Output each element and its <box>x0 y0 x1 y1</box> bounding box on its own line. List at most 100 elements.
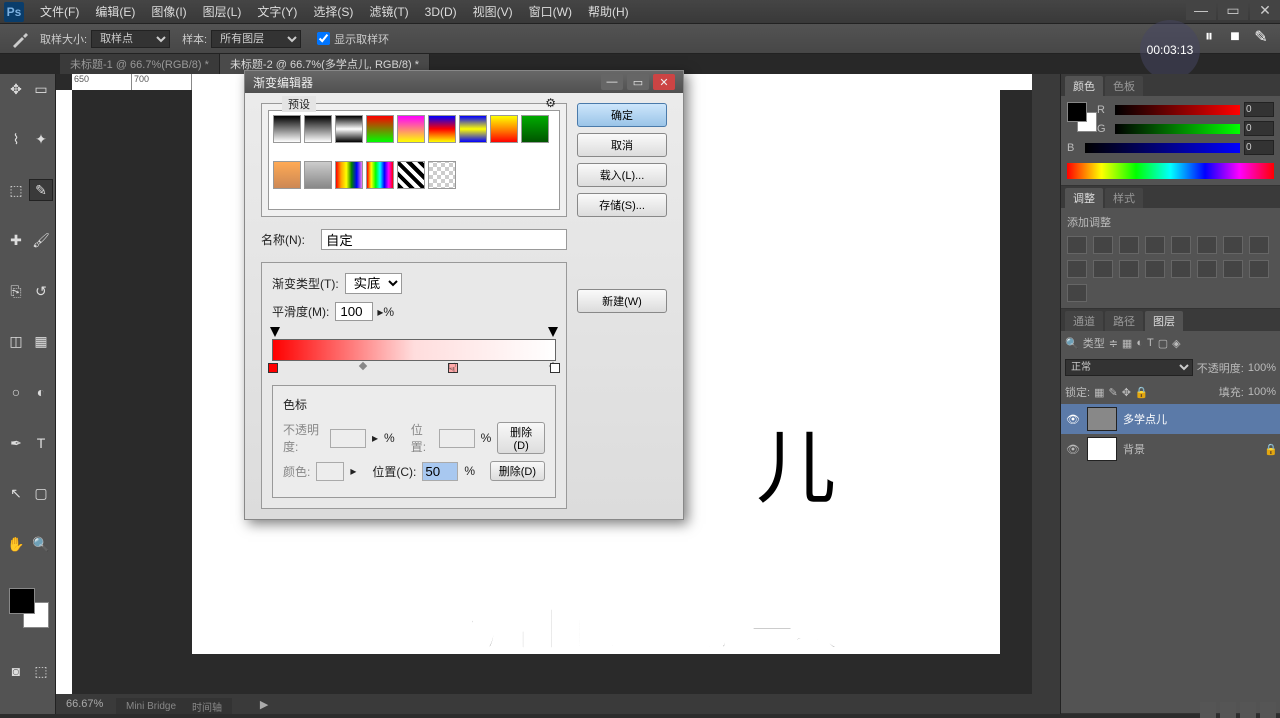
screen-mode-tool[interactable]: ⬚ <box>29 660 53 682</box>
layer-thumb[interactable] <box>1087 437 1117 461</box>
adj-extra2-icon[interactable] <box>1067 284 1087 302</box>
preset-item[interactable] <box>521 115 549 143</box>
heal-tool[interactable]: ✚ <box>4 230 28 252</box>
menu-help[interactable]: 帮助(H) <box>580 3 637 20</box>
menu-type[interactable]: 文字(Y) <box>249 3 305 20</box>
visibility-icon[interactable]: 👁 <box>1065 443 1081 456</box>
adj-poster-icon[interactable] <box>1145 260 1165 278</box>
visibility-icon[interactable]: 👁 <box>1065 413 1081 426</box>
preset-item[interactable] <box>459 115 487 143</box>
menu-image[interactable]: 图像(I) <box>143 3 194 20</box>
marquee-tool[interactable]: ▭ <box>29 78 53 100</box>
midpoint-left[interactable] <box>359 362 367 370</box>
menu-edit[interactable]: 编辑(E) <box>87 3 143 20</box>
preset-item[interactable] <box>490 115 518 143</box>
color-stop-right[interactable] <box>550 363 560 373</box>
lasso-tool[interactable]: ⌇ <box>4 129 28 151</box>
menu-3d[interactable]: 3D(D) <box>417 5 465 19</box>
name-input[interactable] <box>321 229 567 250</box>
tab-adjust[interactable]: 调整 <box>1065 188 1103 208</box>
filter-shape-icon[interactable]: ▢ <box>1158 337 1168 350</box>
opacity-stop-left[interactable] <box>270 327 280 337</box>
layer-name[interactable]: 多学点儿 <box>1123 411 1167 427</box>
gradient-bar[interactable]: ☟ <box>272 339 556 361</box>
filter-adj-icon[interactable]: ◐ <box>1136 337 1143 349</box>
blend-mode-select[interactable]: 正常 <box>1065 359 1193 376</box>
adj-extra1-icon[interactable] <box>1249 260 1269 278</box>
sample-size-select[interactable]: 取样点 <box>91 30 170 48</box>
dialog-titlebar[interactable]: 渐变编辑器 — ▭ ✕ <box>245 71 683 93</box>
doc-tab-1[interactable]: 未标题-1 @ 66.7%(RGB/8) * <box>60 54 220 74</box>
preset-item[interactable] <box>273 115 301 143</box>
maximize-button[interactable]: ▭ <box>1218 0 1248 20</box>
quick-mask-tool[interactable]: ◙ <box>4 660 28 682</box>
dlg-close-button[interactable]: ✕ <box>653 74 675 90</box>
opacity-value[interactable]: 100% <box>1248 362 1276 374</box>
opacity-stop-right[interactable] <box>548 327 558 337</box>
filter-smart-icon[interactable]: ◈ <box>1172 337 1180 350</box>
gradient-tool[interactable]: ▦ <box>29 331 53 353</box>
dlg-minimize-button[interactable]: — <box>601 74 623 90</box>
eyedropper-tool[interactable]: ✎ <box>29 179 53 201</box>
cancel-button[interactable]: 取消 <box>577 133 667 157</box>
crop-tool[interactable]: ⬚ <box>4 179 28 201</box>
adj-hue-icon[interactable] <box>1197 236 1217 254</box>
r-slider[interactable] <box>1115 105 1240 115</box>
adj-channel-icon[interactable] <box>1067 260 1087 278</box>
b-slider[interactable] <box>1085 143 1240 153</box>
preset-item[interactable] <box>397 161 425 189</box>
adj-gradmap-icon[interactable] <box>1197 260 1217 278</box>
preset-gear-icon[interactable]: ⚙ <box>545 96 556 110</box>
delete-opacity-button[interactable]: 删除(D) <box>497 422 545 454</box>
lock-all-icon[interactable]: 🔒 <box>1135 386 1149 399</box>
r-value[interactable] <box>1244 102 1274 117</box>
adj-curves-icon[interactable] <box>1119 236 1139 254</box>
adj-selcolor-icon[interactable] <box>1223 260 1243 278</box>
preset-item[interactable] <box>397 115 425 143</box>
zoom-level[interactable]: 66.67% <box>66 698 103 710</box>
tab-color[interactable]: 颜色 <box>1065 76 1103 96</box>
pen-tool[interactable]: ✒ <box>4 432 28 454</box>
menu-select[interactable]: 选择(S) <box>305 3 361 20</box>
preset-item[interactable] <box>273 161 301 189</box>
close-button[interactable]: ✕ <box>1250 0 1280 20</box>
brush-tool[interactable]: 🖌 <box>29 230 53 252</box>
taskbar-icon[interactable] <box>1220 702 1236 718</box>
timeline-tab[interactable]: 时间轴 <box>192 699 222 714</box>
smooth-input[interactable] <box>335 302 373 321</box>
g-value[interactable] <box>1244 121 1274 136</box>
wand-tool[interactable]: ✦ <box>29 129 53 151</box>
preset-item[interactable] <box>366 115 394 143</box>
taskbar-icon[interactable] <box>1260 702 1276 718</box>
g-slider[interactable] <box>1115 124 1240 134</box>
fg-color[interactable] <box>9 588 35 614</box>
dodge-tool[interactable]: ◐ <box>29 381 53 403</box>
adj-bw-icon[interactable] <box>1223 236 1243 254</box>
taskbar-icon[interactable] <box>1200 702 1216 718</box>
menu-layer[interactable]: 图层(L) <box>195 3 250 20</box>
pencil-icon[interactable]: ✎ <box>1252 28 1270 46</box>
new-button[interactable]: 新建(W) <box>577 289 667 313</box>
lock-trans-icon[interactable]: ▦ <box>1094 386 1104 399</box>
minimize-button[interactable]: — <box>1186 0 1216 20</box>
layer-row-bg[interactable]: 👁 背景 🔒 <box>1061 434 1280 464</box>
preset-item[interactable] <box>304 161 332 189</box>
hand-tool[interactable]: ✋ <box>4 533 28 555</box>
adj-lookup-icon[interactable] <box>1093 260 1113 278</box>
tab-styles[interactable]: 样式 <box>1105 188 1143 208</box>
adj-thresh-icon[interactable] <box>1171 260 1191 278</box>
preset-item[interactable] <box>428 115 456 143</box>
preset-item[interactable] <box>304 115 332 143</box>
lock-move-icon[interactable]: ✥ <box>1122 386 1131 399</box>
tab-paths[interactable]: 路径 <box>1105 311 1143 331</box>
lock-paint-icon[interactable]: ✎ <box>1108 386 1117 399</box>
dlg-maximize-button[interactable]: ▭ <box>627 74 649 90</box>
b-value[interactable] <box>1244 140 1274 155</box>
fill-value[interactable]: 100% <box>1248 386 1276 398</box>
type-select[interactable]: 实底 <box>345 273 402 294</box>
stop-icon[interactable]: ■ <box>1226 28 1244 46</box>
adj-brightness-icon[interactable] <box>1067 236 1087 254</box>
tab-layers[interactable]: 图层 <box>1145 311 1183 331</box>
tab-swatches[interactable]: 色板 <box>1105 76 1143 96</box>
color-swatches[interactable] <box>9 588 49 628</box>
